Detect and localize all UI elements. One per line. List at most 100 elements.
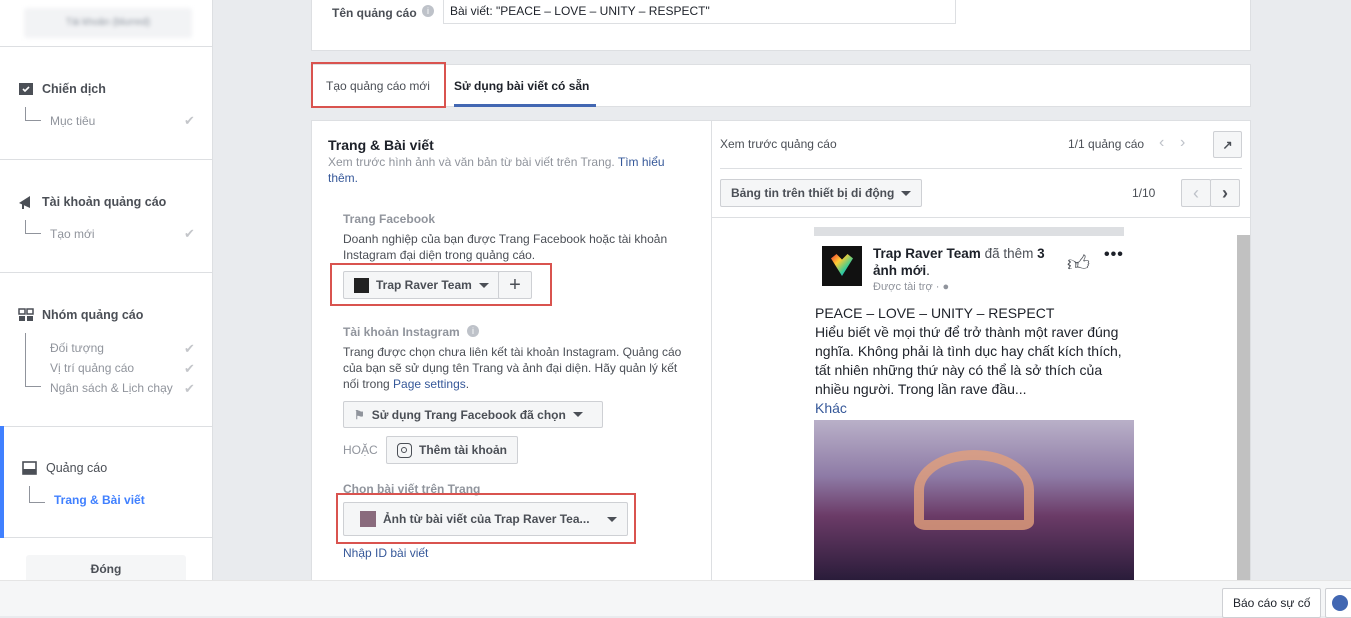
page-avatar (822, 246, 862, 286)
check-icon: ✔ (184, 341, 195, 356)
sidebar-item-budget[interactable]: Ngân sách & Lịch chạy (50, 381, 173, 395)
preview-page-count: 1/10 (1132, 186, 1156, 200)
selected-instagram: Sử dụng Trang Facebook đã chọn (371, 407, 566, 422)
ad-name-input[interactable]: Bài viết: "PEACE – LOVE – UNITY – RESPEC… (443, 0, 956, 24)
section-title: Tài khoản quảng cáo (42, 195, 167, 209)
fb-page-desc: Doanh nghiệp của bạn được Trang Facebook… (343, 232, 668, 262)
highlight-box (330, 263, 552, 306)
post-action: đã thêm (980, 246, 1038, 261)
flag-icon: ⚑ (354, 407, 365, 422)
desc-text: Xem trước hình ảnh và văn bản từ bài viế… (328, 155, 615, 169)
post-text: PEACE – LOVE – UNITY – RESPECT Hiểu biết… (815, 304, 1135, 418)
sidebar-section-campaign: Chiến dịch Mục tiêu ✔ (0, 46, 213, 159)
sidebar-section-ad-set: Nhóm quảng cáo Đối tượng ✔ Vị trí quảng … (0, 272, 213, 426)
campaign-check-icon (19, 83, 33, 95)
ad-name-label: Tên quảng cáo (332, 6, 417, 20)
ad-icon (22, 461, 37, 475)
instagram-icon (397, 442, 412, 458)
footer-bar: Báo cáo sự cố (0, 580, 1351, 618)
sidebar-section-ad: Quảng cáo Trang & Bài viết (0, 426, 213, 538)
close-button[interactable]: Đóng (26, 555, 186, 583)
divider (712, 217, 1250, 218)
caret-down-icon (572, 412, 583, 417)
tabs-bar: Tạo quảng cáo mới Sử dụng bài viết có sẵ… (311, 64, 1251, 107)
preview-top-bar (814, 227, 1124, 236)
sponsored-line: Được tài trợ · ● (873, 281, 949, 293)
post-text-body: Hiểu biết về mọi thứ để trở thành một ra… (815, 324, 1122, 397)
tab-use-existing-post[interactable]: Sử dụng bài viết có sẵn (454, 65, 596, 107)
ad-name-card: Tên quảng cáo i Bài viết: "PEACE – LOVE … (311, 0, 1251, 51)
sidebar-item-page-post[interactable]: Trang & Bài viết (54, 493, 145, 507)
post-header: Trap Raver Team đã thêm 3 ảnh mới. (873, 245, 1063, 279)
sidebar-item-campaign[interactable]: Chiến dịch (18, 82, 106, 96)
scrollbar[interactable] (1237, 235, 1250, 580)
check-icon: ✔ (184, 361, 195, 376)
ad-count: 1/1 quảng cáo (1068, 137, 1145, 151)
sidebar-item-placement[interactable]: Vị trí quảng cáo (50, 361, 134, 375)
section-title: Quảng cáo (46, 461, 108, 475)
highlight-box (311, 62, 446, 108)
open-preview-button[interactable]: ↗ (1213, 131, 1242, 158)
external-link-icon: ↗ (1222, 137, 1233, 152)
next-ad-icon[interactable]: › (1180, 134, 1185, 152)
sidebar-item-ad[interactable]: Quảng cáo (22, 461, 107, 475)
add-instagram-account-button[interactable]: Thêm tài khoản (386, 436, 519, 464)
see-more-link[interactable]: Khác (815, 399, 1135, 418)
post-photo-count: 3 (1037, 246, 1045, 261)
like-icon[interactable]: 👍︎ (1067, 250, 1090, 277)
placement-dropdown[interactable]: Bảng tin trên thiết bị di động (720, 179, 923, 207)
globe-icon (1332, 595, 1348, 611)
add-account-label: Thêm tài khoản (419, 443, 508, 457)
caret-down-icon (901, 190, 912, 196)
enter-post-id-link[interactable]: Nhập ID bài viết (343, 546, 428, 560)
post-image (814, 420, 1134, 580)
section-desc: Xem trước hình ảnh và văn bản từ bài viế… (328, 154, 678, 186)
highlight-box (336, 493, 636, 544)
instagram-dropdown[interactable]: ⚑ Sử dụng Trang Facebook đã chọn (343, 401, 603, 428)
sidebar: Tài khoản (blurred) Chiến dịch Mục tiêu … (0, 0, 213, 583)
prev-ad-icon[interactable]: ‹ (1159, 134, 1164, 152)
dot: . (465, 377, 470, 391)
prev-preview-button[interactable]: ‹ (1181, 179, 1211, 207)
divider (720, 168, 1242, 169)
divider (711, 121, 712, 591)
sidebar-item-ad-account[interactable]: Tài khoản quảng cáo (18, 195, 166, 209)
section-title: Nhóm quảng cáo (42, 308, 144, 322)
megaphone-icon (19, 196, 30, 209)
page-settings-link[interactable]: Page settings (393, 377, 466, 391)
account-selector[interactable]: Tài khoản (blurred) (24, 8, 192, 38)
globe-icon: ● (942, 281, 950, 293)
info-icon[interactable]: i (467, 325, 479, 337)
tree-line (29, 486, 45, 503)
sidebar-item-create-new[interactable]: Tạo mới (50, 227, 95, 241)
dot: . (926, 263, 930, 278)
sponsored-label: Được tài trợ · (873, 281, 943, 293)
post-page-name[interactable]: Trap Raver Team (873, 246, 981, 261)
tree-line (25, 107, 41, 121)
check-icon: ✔ (184, 113, 195, 128)
post-photos: ảnh mới (873, 263, 927, 278)
or-label: HOẶC (343, 443, 378, 457)
fb-page-title: Trang Facebook (343, 212, 436, 226)
section-title: Trang & Bài viết (328, 137, 434, 153)
section-title: Chiến dịch (42, 82, 106, 96)
instagram-title: Tài khoản Instagram (343, 325, 460, 339)
preview-title: Xem trước quảng cáo (720, 137, 837, 151)
info-icon[interactable]: i (422, 5, 434, 17)
next-preview-button[interactable]: › (1210, 179, 1240, 207)
placement-label: Bảng tin trên thiết bị di động (731, 186, 895, 200)
grid-icon (18, 308, 34, 321)
check-icon: ✔ (184, 381, 195, 396)
language-button[interactable] (1325, 588, 1351, 618)
tree-line (25, 333, 41, 387)
sidebar-item-audience[interactable]: Đối tượng (50, 341, 104, 355)
sidebar-item-ad-set[interactable]: Nhóm quảng cáo (18, 308, 143, 322)
post-text-title: PEACE – LOVE – UNITY – RESPECT (815, 305, 1055, 321)
active-indicator (0, 426, 4, 538)
check-icon: ✔ (184, 226, 195, 241)
more-options-icon[interactable]: ••• (1104, 246, 1124, 264)
sidebar-section-ad-account: Tài khoản quảng cáo Tạo mới ✔ (0, 159, 213, 272)
instagram-desc: Trang được chọn chưa liên kết tài khoản … (343, 344, 683, 392)
report-problem-button[interactable]: Báo cáo sự cố (1222, 588, 1322, 618)
sidebar-item-objective[interactable]: Mục tiêu (50, 114, 95, 128)
